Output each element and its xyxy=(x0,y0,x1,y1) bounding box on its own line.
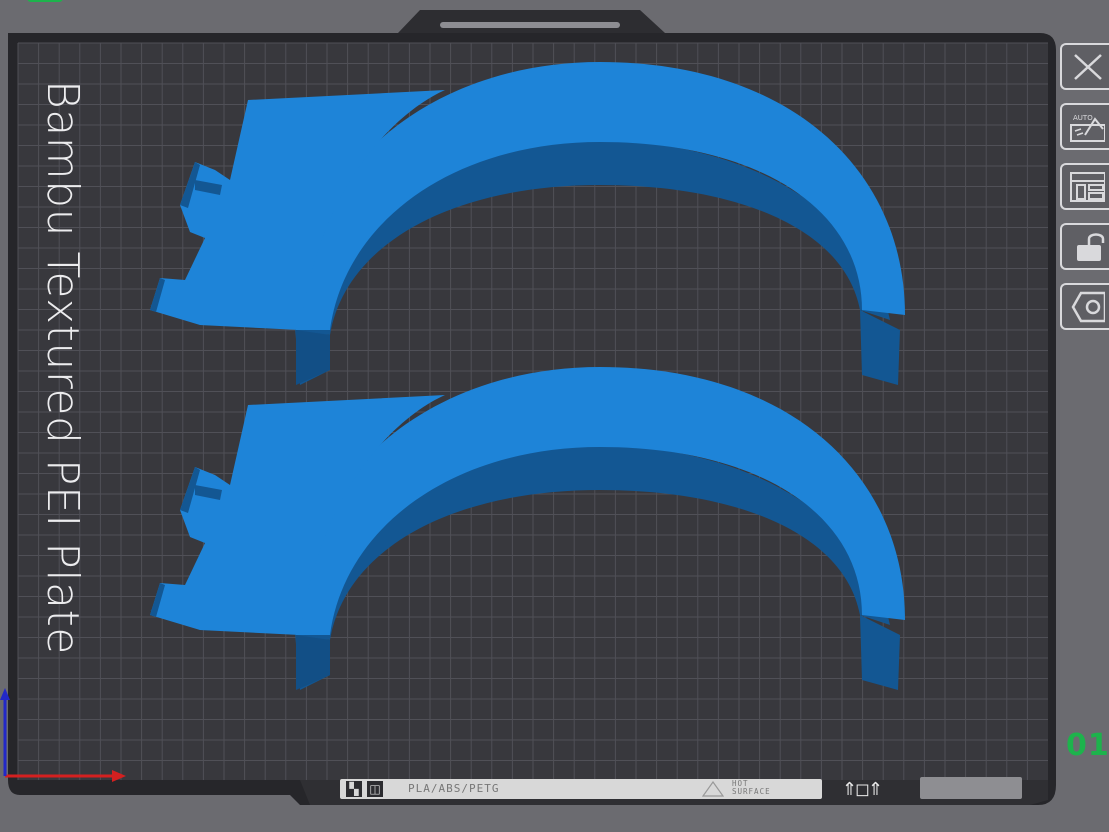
compatible-materials: PLA/ABS/PETG xyxy=(408,782,500,795)
arrange-icon xyxy=(1070,172,1105,202)
plate-tab-slot xyxy=(440,22,620,28)
close-icon xyxy=(1074,54,1102,80)
auto-orient-button[interactable]: AUTO xyxy=(1060,103,1109,150)
lock-plate-button[interactable] xyxy=(1060,223,1109,270)
plate-type-label: Bambu Textured PEI Plate xyxy=(37,80,88,655)
bed-type-icon: ▚ xyxy=(346,781,362,797)
auto-orient-icon: AUTO xyxy=(1070,114,1105,142)
close-plate-button[interactable] xyxy=(1060,43,1109,90)
plate-bottom-slot xyxy=(920,777,1022,799)
plate-number: 01 xyxy=(1066,728,1109,763)
svg-text:AUTO: AUTO xyxy=(1073,114,1093,122)
arrange-button[interactable] xyxy=(1060,163,1109,210)
plate-settings-button[interactable] xyxy=(1060,283,1109,330)
lock-icon xyxy=(1077,233,1105,261)
3d-viewport[interactable]: Bambu Textured PEI Plate AUTO 01 ▚ ◫ PLA… xyxy=(0,0,1109,832)
hot-surface-warning: HOT SURFACE xyxy=(732,779,771,796)
warning-triangle-icon xyxy=(702,781,724,797)
plate-toolbar: AUTO xyxy=(1060,43,1109,343)
settings-hex-icon xyxy=(1071,291,1105,323)
plate-flip-icons: ⇑◻⇑ xyxy=(842,779,883,800)
plate-info-strip: ▚ ◫ PLA/ABS/PETG HOT SURFACE xyxy=(340,779,822,799)
build-plate-scene[interactable] xyxy=(0,0,1109,832)
plate-type-icon: ◫ xyxy=(367,781,383,797)
plate-top-tab xyxy=(398,10,665,33)
